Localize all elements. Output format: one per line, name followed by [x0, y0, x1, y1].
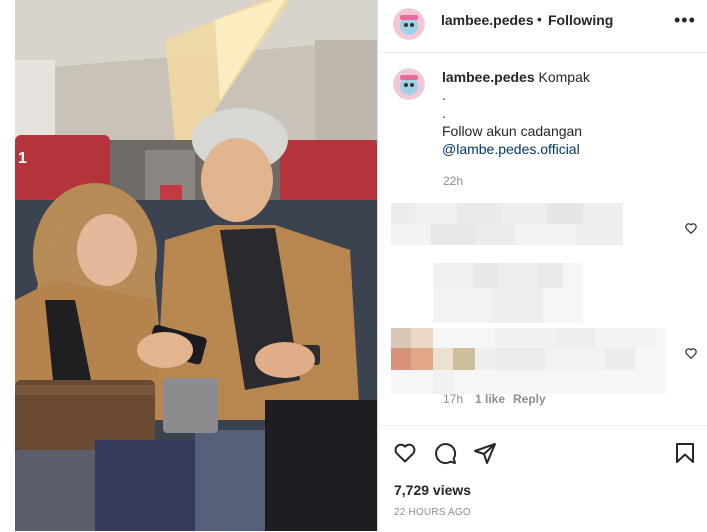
like-comment-heart-icon[interactable]	[684, 346, 698, 360]
caption-timestamp[interactable]: 22h	[443, 174, 463, 188]
author-username[interactable]: lambee.pedes	[441, 12, 534, 28]
like-comment-heart-icon[interactable]	[684, 221, 698, 235]
following-button[interactable]: Following	[548, 12, 613, 28]
bookmark-icon[interactable]	[673, 441, 697, 465]
comment-reply-button[interactable]: Reply	[513, 392, 546, 406]
pixelated-comment	[391, 328, 666, 394]
post-header: lambee.pedes • Following •••	[378, 0, 707, 53]
heart-icon[interactable]	[393, 441, 417, 465]
pixelation-mosaic	[391, 203, 623, 245]
post-details-panel: lambee.pedes • Following ••• lambee.pede…	[378, 0, 707, 531]
pixelation-mosaic	[391, 328, 666, 394]
post-caption: lambee.pedes Kompak . . Follow akun cada…	[442, 68, 692, 158]
comment-timestamp[interactable]: 17h	[443, 392, 463, 406]
comment-likes-count[interactable]: 1 like	[475, 392, 505, 406]
share-icon[interactable]	[473, 441, 497, 465]
avatar-image	[394, 69, 424, 99]
caption-avatar[interactable]	[393, 68, 425, 100]
pixelated-comment	[391, 203, 623, 245]
caption-first-line: Kompak	[538, 69, 590, 85]
caption-line: .	[442, 87, 446, 103]
pixelated-comment	[433, 263, 583, 323]
comment-icon[interactable]	[433, 441, 457, 465]
svg-text:1: 1	[18, 150, 27, 167]
more-options-icon[interactable]: •••	[674, 10, 696, 31]
view-count[interactable]: 7,729 views	[394, 482, 471, 498]
caption-line: .	[442, 105, 446, 121]
separator-dot: •	[537, 11, 542, 27]
caption-line: Follow akun cadangan	[442, 123, 583, 139]
page-margin	[0, 0, 15, 531]
caption-mention-link[interactable]: @lambe.pedes.official	[442, 140, 692, 158]
posted-time[interactable]: 22 HOURS AGO	[394, 507, 471, 518]
post-video[interactable]: 1 1	[15, 0, 377, 531]
pixelation-mosaic	[433, 263, 583, 323]
author-avatar[interactable]	[393, 8, 425, 40]
avatar-image	[394, 9, 424, 39]
caption-username[interactable]: lambee.pedes	[442, 69, 535, 85]
video-frame-illustration: 1 1	[15, 0, 377, 531]
